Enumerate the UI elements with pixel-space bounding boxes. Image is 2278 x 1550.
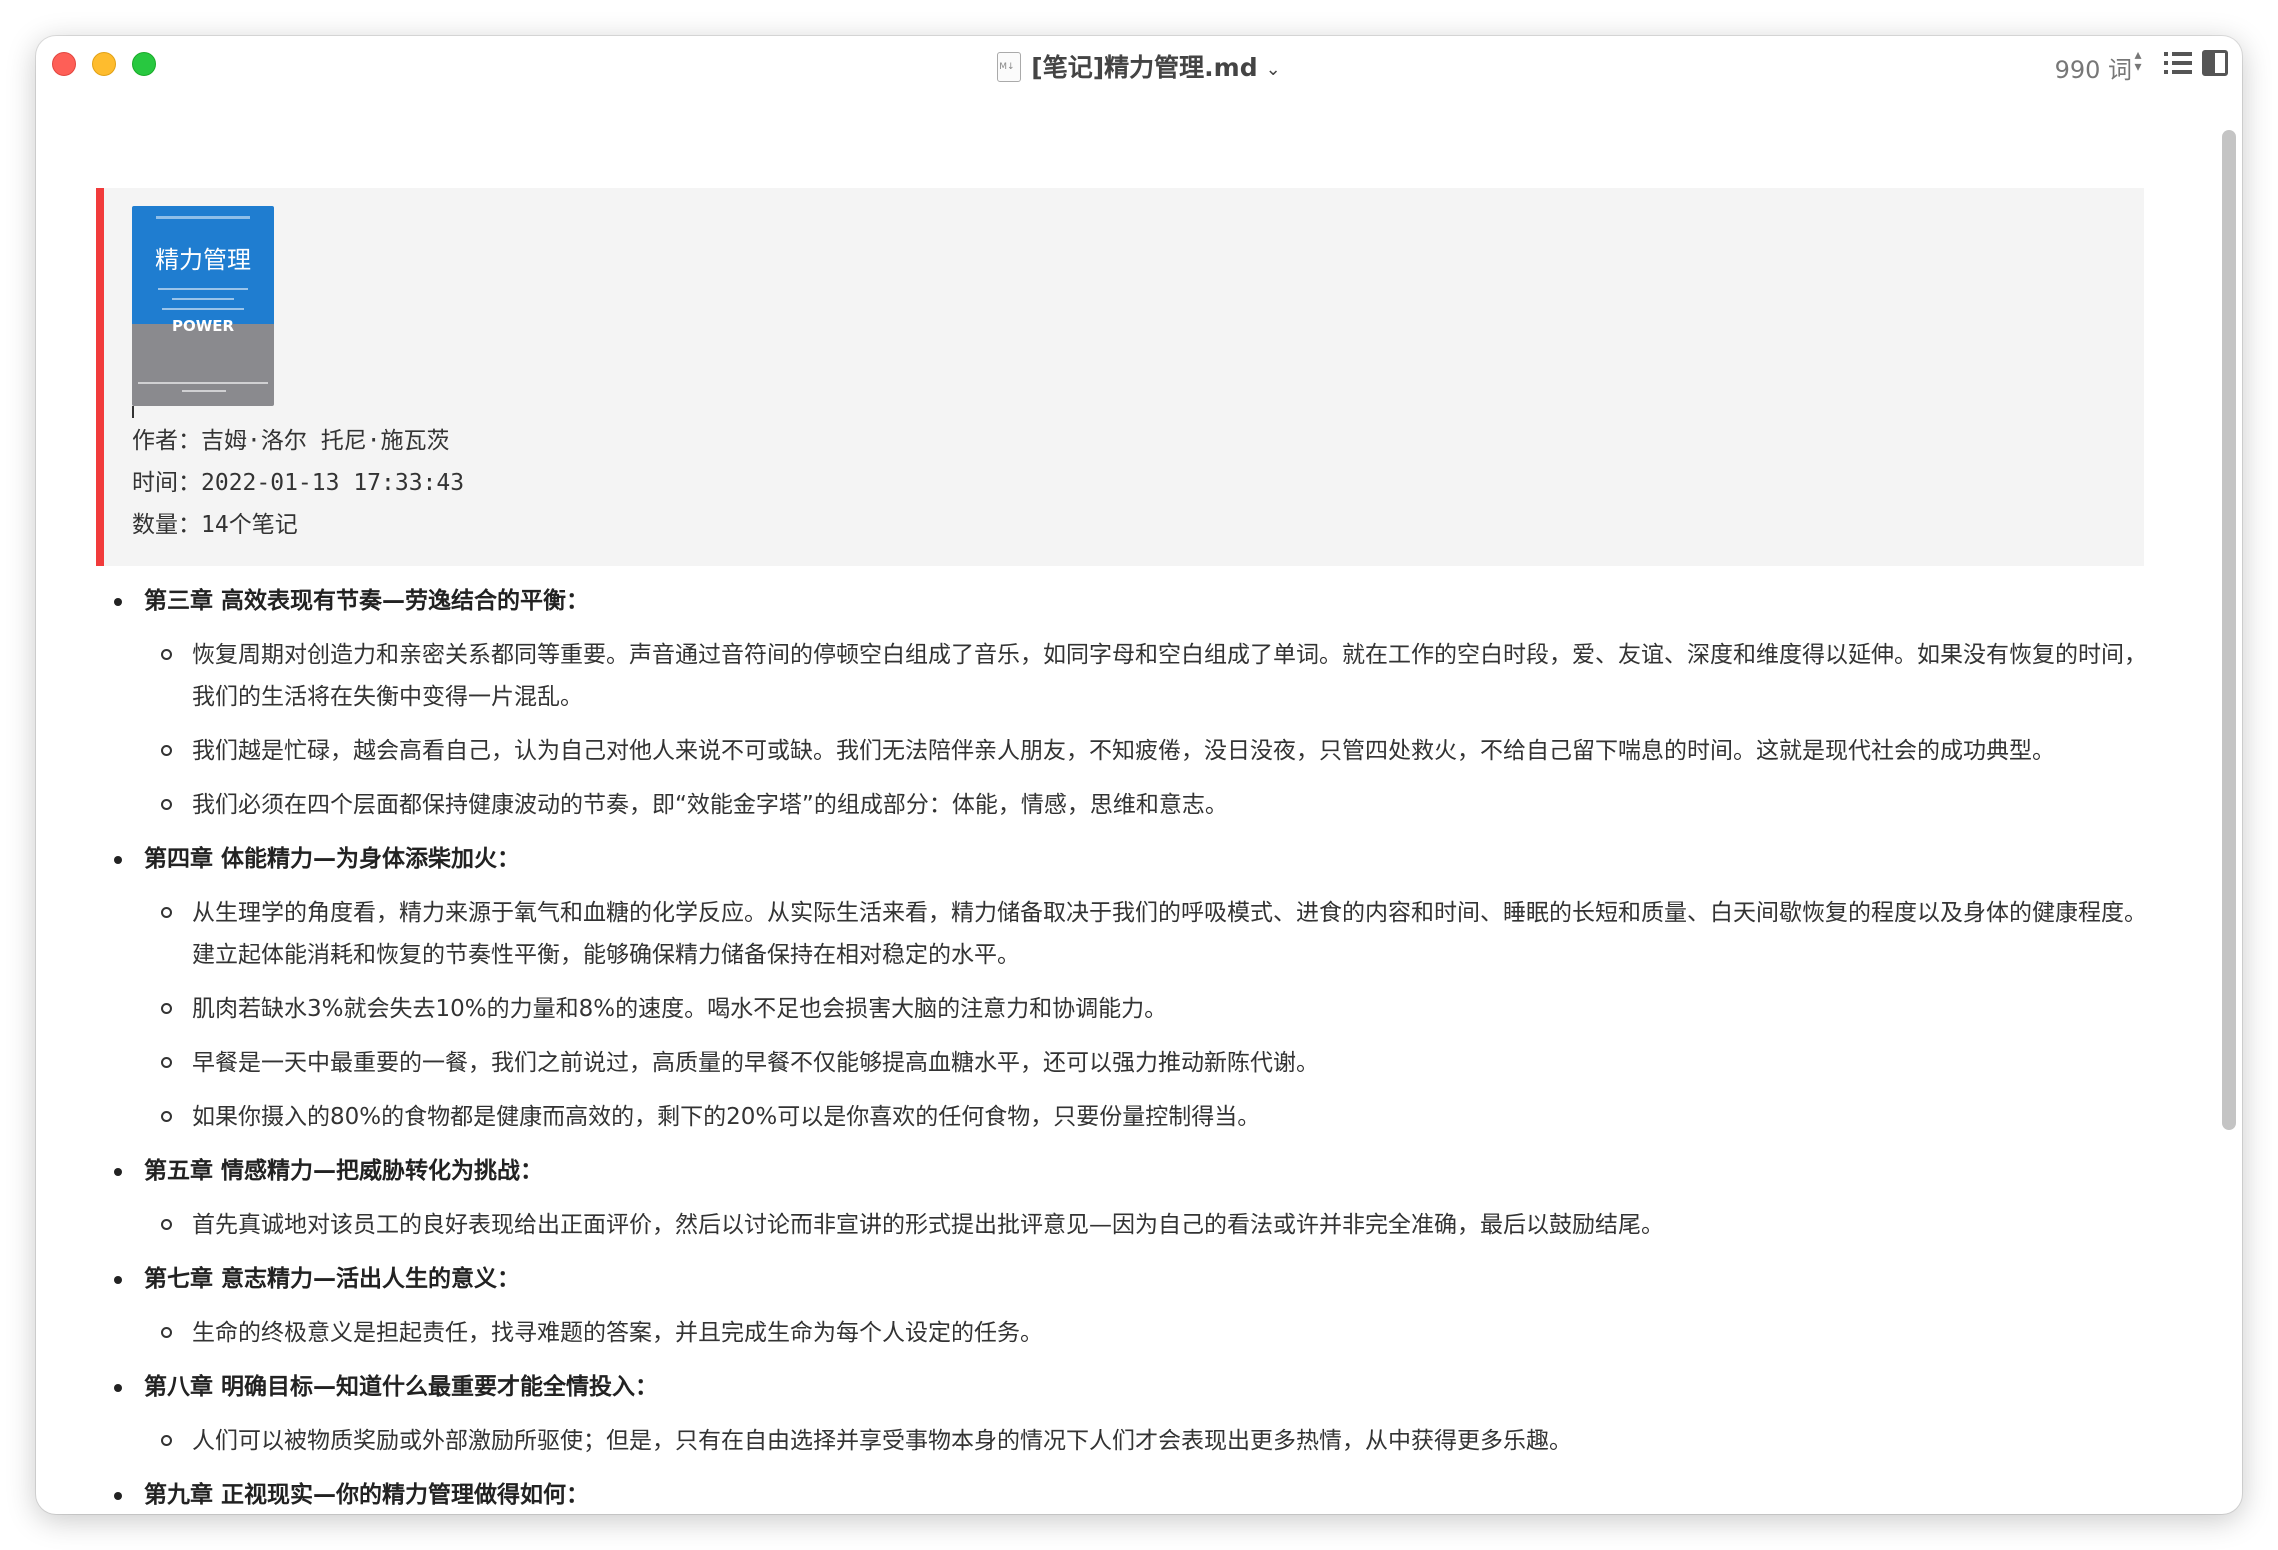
chapter-notes-list: 人们可以被物质奖励或外部激励所驱使；但是，只有在自由选择并享受事物本身的情况下人… <box>36 1420 2206 1462</box>
chapter-notes-list: 生命的终极意义是担起责任，找寻难题的答案，并且完成生命为每个人设定的任务。 <box>36 1312 2206 1354</box>
chapter-notes-list: 从生理学的角度看，精力来源于氧气和血糖的化学反应。从实际生活来看，精力储备取决于… <box>36 892 2206 1138</box>
document-title[interactable]: [笔记]精力管理.md ⌄ <box>36 48 2242 84</box>
outline-list-icon[interactable] <box>2164 52 2192 74</box>
note-item[interactable]: 恢复周期对创造力和亲密关系都同等重要。声音通过音符间的停顿空白组成了音乐，如同字… <box>36 634 2206 718</box>
chapter-item: 第三章 高效表现有节奏—劳逸结合的平衡： 恢复周期对创造力和亲密关系都同等重要。声… <box>36 580 2206 826</box>
cover-subtitle: POWER <box>171 317 235 335</box>
note-item[interactable]: 首先真诚地对该员工的良好表现给出正面评价，然后以讨论而非宣讲的形式提出批评意见—… <box>36 1204 2206 1246</box>
chevron-down-icon: ⌄ <box>1265 58 1281 80</box>
chapter-item: 第四章 体能精力—为身体添柴加火： 从生理学的角度看，精力来源于氧气和血糖的化学反… <box>36 838 2206 1138</box>
note-item[interactable]: 从生理学的角度看，精力来源于氧气和血糖的化学反应。从实际生活来看，精力储备取决于… <box>36 892 2206 976</box>
note-item[interactable]: 肌肉若缺水3%就会失去10%的力量和8%的速度。喝水不足也会损害大脑的注意力和协… <box>36 988 2206 1030</box>
vertical-scrollbar[interactable] <box>2222 98 2236 1498</box>
count-line: 数量：14个笔记 <box>132 512 298 538</box>
author-line: 作者：吉姆·洛尔 托尼·施瓦茨 <box>132 428 450 454</box>
scrollbar-thumb[interactable] <box>2222 130 2236 1130</box>
chapter-notes-list: 首先真诚地对该员工的良好表现给出正面评价，然后以讨论而非宣讲的形式提出批评意见—… <box>36 1204 2206 1246</box>
chapter-item: 第九章 正视现实—你的精力管理做得如何： <box>36 1474 2206 1514</box>
note-item[interactable]: 如果你摄入的80%的食物都是健康而高效的，剩下的20%可以是你喜欢的任何食物，只… <box>36 1096 2206 1138</box>
note-item[interactable]: 我们必须在四个层面都保持健康波动的节奏，即“效能金字塔”的组成部分：体能，情感，… <box>36 784 2206 826</box>
chapter-outline-list: 第三章 高效表现有节奏—劳逸结合的平衡： 恢复周期对创造力和亲密关系都同等重要。声… <box>36 580 2206 1514</box>
note-item[interactable]: 我们越是忙碌，越会高看自己，认为自己对他人来说不可或缺。我们无法陪伴亲人朋友，不… <box>36 730 2206 772</box>
note-item[interactable]: 早餐是一天中最重要的一餐，我们之前说过，高质量的早餐不仅能够提高血糖水平，还可以… <box>36 1042 2206 1084</box>
chapter-heading[interactable]: 第七章 意志精力—活出人生的意义： <box>36 1258 2206 1312</box>
document-content[interactable]: 精力管理 POWER 作者：吉姆·洛尔 托尼·施瓦茨 时间：2022-01-13… <box>36 90 2206 1514</box>
up-down-chevron-icon[interactable]: ▴ ▾ <box>2130 48 2146 77</box>
time-line: 时间：2022-01-13 17:33:43 <box>132 470 465 496</box>
book-cover-image: 精力管理 POWER <box>132 206 274 406</box>
editor-window: [笔记]精力管理.md ⌄ 990 词 ▴▾ 精力管理 <box>36 36 2242 1514</box>
chapter-item: 第八章 明确目标—知道什么最重要才能全情投入： 人们可以被物质奖励或外部激励所驱使… <box>36 1366 2206 1462</box>
chapter-notes-list: 恢复周期对创造力和亲密关系都同等重要。声音通过音符间的停顿空白组成了音乐，如同字… <box>36 634 2206 826</box>
chapter-heading[interactable]: 第九章 正视现实—你的精力管理做得如何： <box>36 1474 2206 1514</box>
cover-title: 精力管理 <box>155 246 251 274</box>
note-item[interactable]: 人们可以被物质奖励或外部激励所驱使；但是，只有在自由选择并享受事物本身的情况下人… <box>36 1420 2206 1462</box>
chapter-item: 第五章 情感精力—把威胁转化为挑战： 首先真诚地对该员工的良好表现给出正面评价，然… <box>36 1150 2206 1246</box>
text-cursor <box>132 406 134 418</box>
note-item[interactable]: 生命的终极意义是担起责任，找寻难题的答案，并且完成生命为每个人设定的任务。 <box>36 1312 2206 1354</box>
chapter-heading[interactable]: 第四章 体能精力—为身体添柴加火： <box>36 838 2206 892</box>
sidebar-toggle-icon[interactable] <box>2202 50 2228 76</box>
chapter-heading[interactable]: 第八章 明确目标—知道什么最重要才能全情投入： <box>36 1366 2206 1420</box>
title-bar: [笔记]精力管理.md ⌄ 990 词 ▴▾ <box>36 36 2242 90</box>
markdown-file-icon <box>997 52 1022 82</box>
book-info-blockquote: 精力管理 POWER 作者：吉姆·洛尔 托尼·施瓦茨 时间：2022-01-13… <box>96 188 2144 566</box>
word-count[interactable]: 990 词 <box>2055 50 2132 85</box>
chapter-item: 第七章 意志精力—活出人生的意义： 生命的终极意义是担起责任，找寻难题的答案，并且… <box>36 1258 2206 1354</box>
chapter-heading[interactable]: 第五章 情感精力—把威胁转化为挑战： <box>36 1150 2206 1204</box>
chapter-heading[interactable]: 第三章 高效表现有节奏—劳逸结合的平衡： <box>36 580 2206 634</box>
document-title-text: [笔记]精力管理.md <box>1031 53 1258 82</box>
